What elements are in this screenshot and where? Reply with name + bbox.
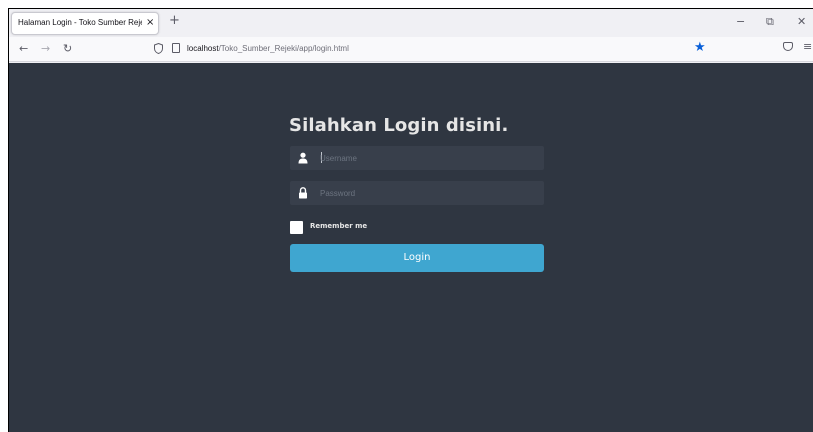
tab-title: Halaman Login - Toko Sumber Rejeki: [18, 18, 142, 27]
forward-button[interactable]: →: [41, 43, 50, 55]
navigation-bar: ← → ↻ localhost/Toko_Sumber_Rejeki/app/l…: [9, 37, 813, 62]
user-icon: [298, 152, 308, 164]
menu-icon[interactable]: ≡: [803, 41, 812, 53]
page-icon: [172, 43, 180, 53]
reload-button[interactable]: ↻: [63, 43, 72, 55]
remember-me-label[interactable]: Remember me: [310, 222, 367, 230]
lock-icon: [299, 187, 307, 199]
address-bar[interactable]: localhost/Toko_Sumber_Rejeki/app/login.h…: [149, 40, 721, 59]
page-title: Silahkan Login disini.: [289, 115, 509, 136]
password-field[interactable]: [290, 181, 544, 205]
restore-button[interactable]: ⧉: [766, 16, 774, 28]
username-input[interactable]: [320, 150, 535, 166]
page-content: Silahkan Login disini. Remember me Login: [9, 63, 813, 432]
shield-icon[interactable]: [154, 43, 163, 54]
bookmark-star-icon[interactable]: ★: [694, 40, 706, 56]
browser-window: Halaman Login - Toko Sumber Rejeki × + −…: [8, 8, 813, 432]
login-button[interactable]: Login: [290, 244, 544, 272]
tab-login[interactable]: Halaman Login - Toko Sumber Rejeki ×: [11, 12, 159, 35]
minimize-button[interactable]: −: [736, 16, 745, 28]
url-text[interactable]: localhost/Toko_Sumber_Rejeki/app/login.h…: [187, 44, 349, 53]
username-field[interactable]: [290, 146, 544, 170]
url-path: /Toko_Sumber_Rejeki/app/login.html: [218, 44, 349, 53]
remember-me-checkbox[interactable]: [290, 221, 303, 234]
back-button[interactable]: ←: [19, 43, 28, 55]
tab-strip: Halaman Login - Toko Sumber Rejeki × + −…: [9, 9, 813, 37]
close-window-button[interactable]: ✕: [797, 16, 806, 28]
pocket-icon[interactable]: [783, 42, 793, 51]
url-host: localhost: [187, 44, 219, 53]
tab-close-icon[interactable]: ×: [146, 17, 154, 29]
password-input[interactable]: [320, 185, 535, 201]
new-tab-button[interactable]: +: [169, 14, 180, 28]
